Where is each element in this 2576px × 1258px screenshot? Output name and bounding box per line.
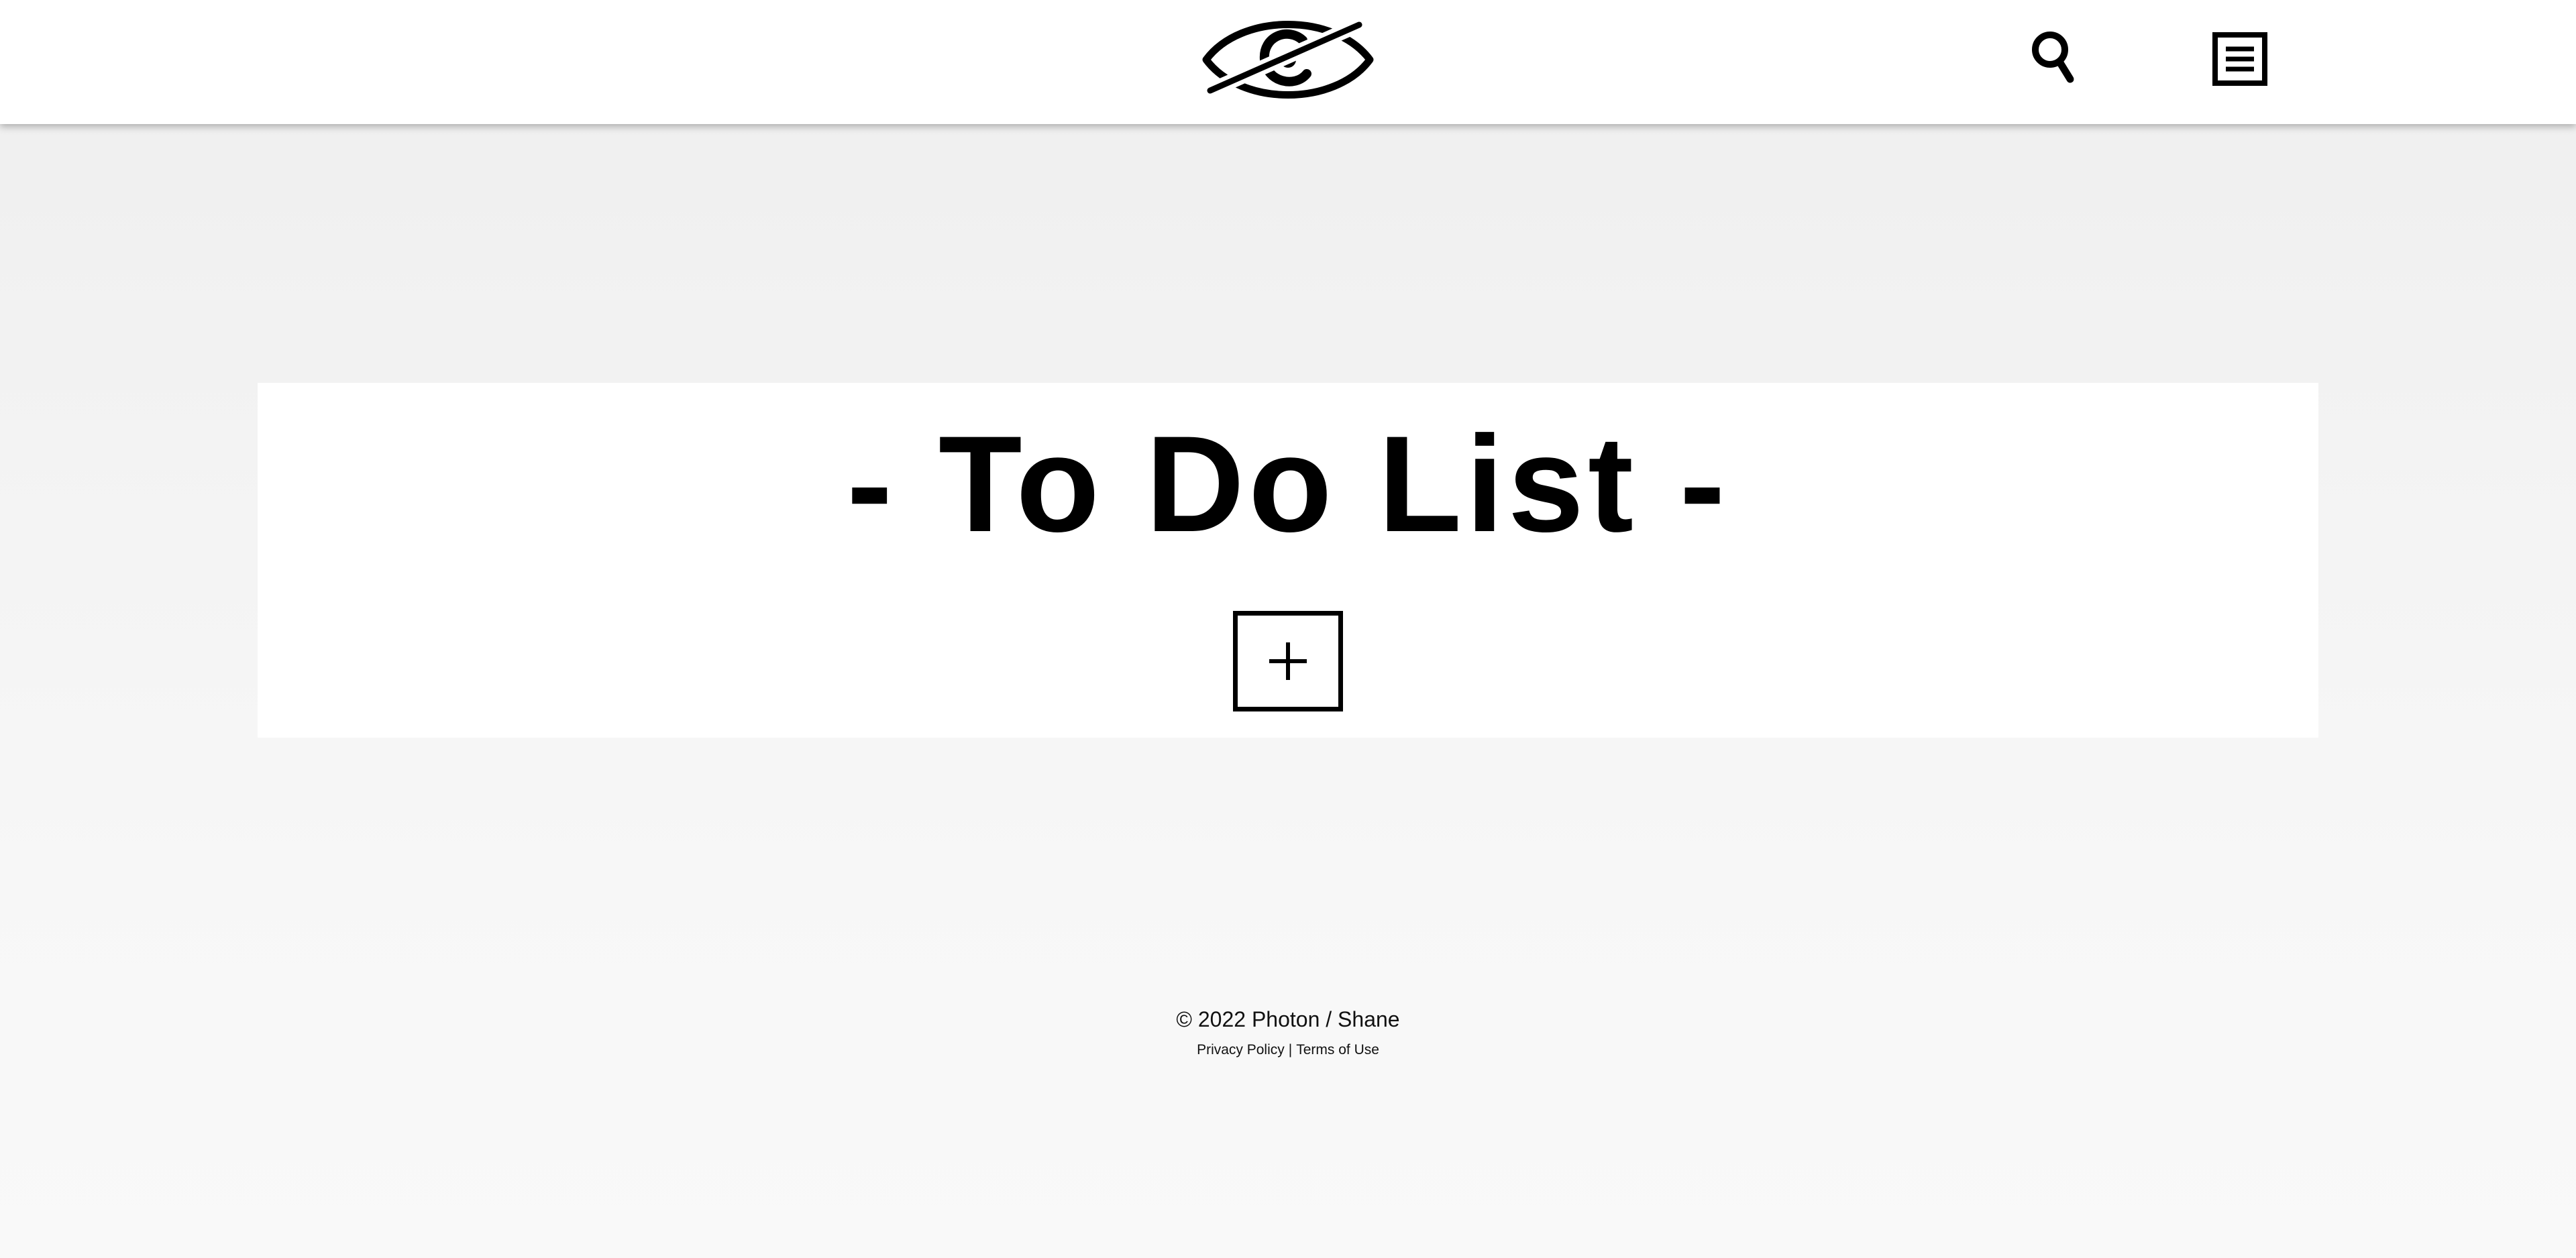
menu-button[interactable] [2212, 32, 2267, 86]
page-title: - To Do List - [847, 408, 1729, 561]
footer-links: Privacy Policy | Terms of Use [0, 1041, 2576, 1060]
eye-slash-logo-icon[interactable] [1201, 9, 1375, 110]
search-button[interactable] [2026, 27, 2080, 87]
footer-separator: | [1288, 1042, 1293, 1057]
add-todo-button[interactable] [1233, 611, 1343, 711]
terms-of-use-link[interactable]: Terms of Use [1296, 1042, 1379, 1057]
plus-icon [1269, 642, 1307, 680]
top-navigation-bar [0, 0, 2576, 124]
menu-icon [2212, 32, 2267, 86]
privacy-policy-link[interactable]: Privacy Policy [1197, 1042, 1285, 1057]
search-icon [2032, 32, 2074, 83]
footer-copyright: © 2022 Photon / Shane [1176, 1007, 1400, 1031]
